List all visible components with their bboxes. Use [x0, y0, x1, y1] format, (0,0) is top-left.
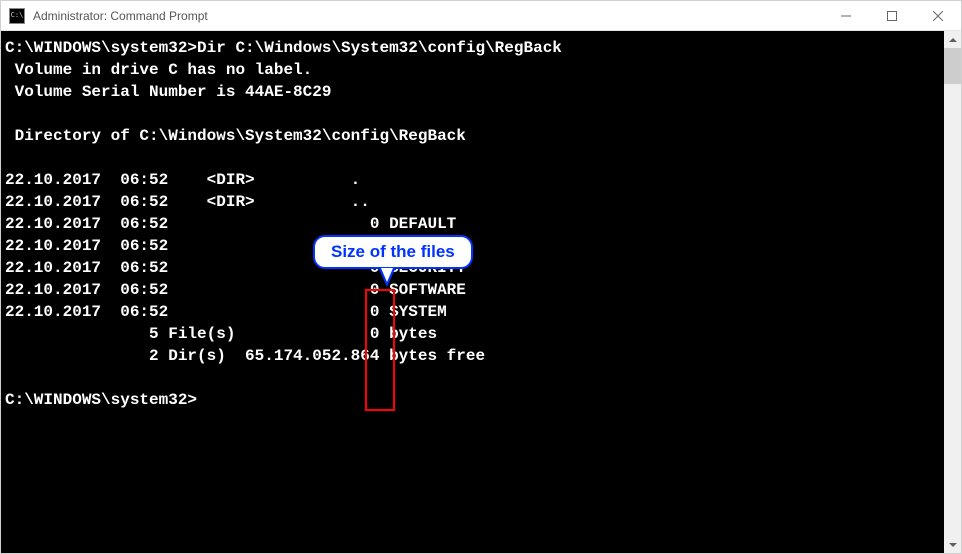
callout-tail-inner — [381, 268, 393, 282]
callout-text: Size of the files — [331, 242, 455, 261]
terminal-output[interactable]: C:\WINDOWS\system32>Dir C:\Windows\Syste… — [1, 31, 944, 553]
vertical-scrollbar[interactable] — [944, 31, 961, 553]
terminal-area: C:\WINDOWS\system32>Dir C:\Windows\Syste… — [1, 31, 961, 553]
window-controls — [823, 1, 961, 30]
close-button[interactable] — [915, 1, 961, 30]
titlebar[interactable]: C:\ Administrator: Command Prompt — [1, 1, 961, 31]
cmd-icon: C:\ — [9, 8, 25, 24]
scroll-track[interactable] — [944, 48, 961, 536]
maximize-button[interactable] — [869, 1, 915, 30]
annotation-callout: Size of the files — [313, 235, 473, 269]
scroll-down-button[interactable] — [944, 536, 961, 553]
scroll-thumb[interactable] — [944, 48, 961, 84]
minimize-button[interactable] — [823, 1, 869, 30]
window-title: Administrator: Command Prompt — [31, 9, 823, 23]
scroll-up-button[interactable] — [944, 31, 961, 48]
